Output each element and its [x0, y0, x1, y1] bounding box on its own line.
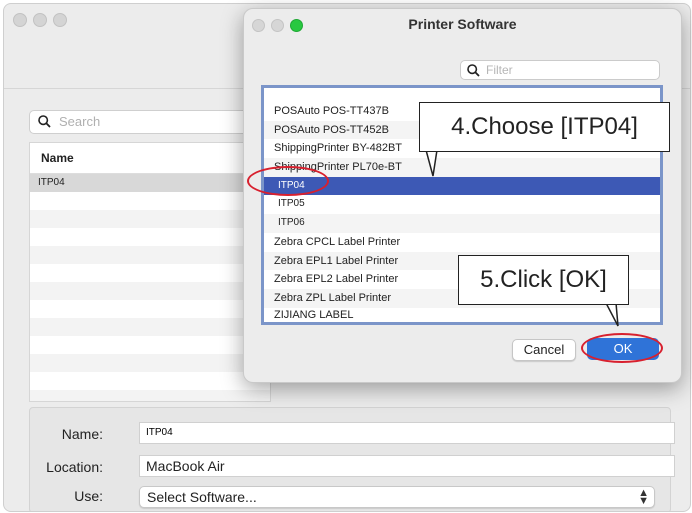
callout-joints — [426, 149, 622, 304]
